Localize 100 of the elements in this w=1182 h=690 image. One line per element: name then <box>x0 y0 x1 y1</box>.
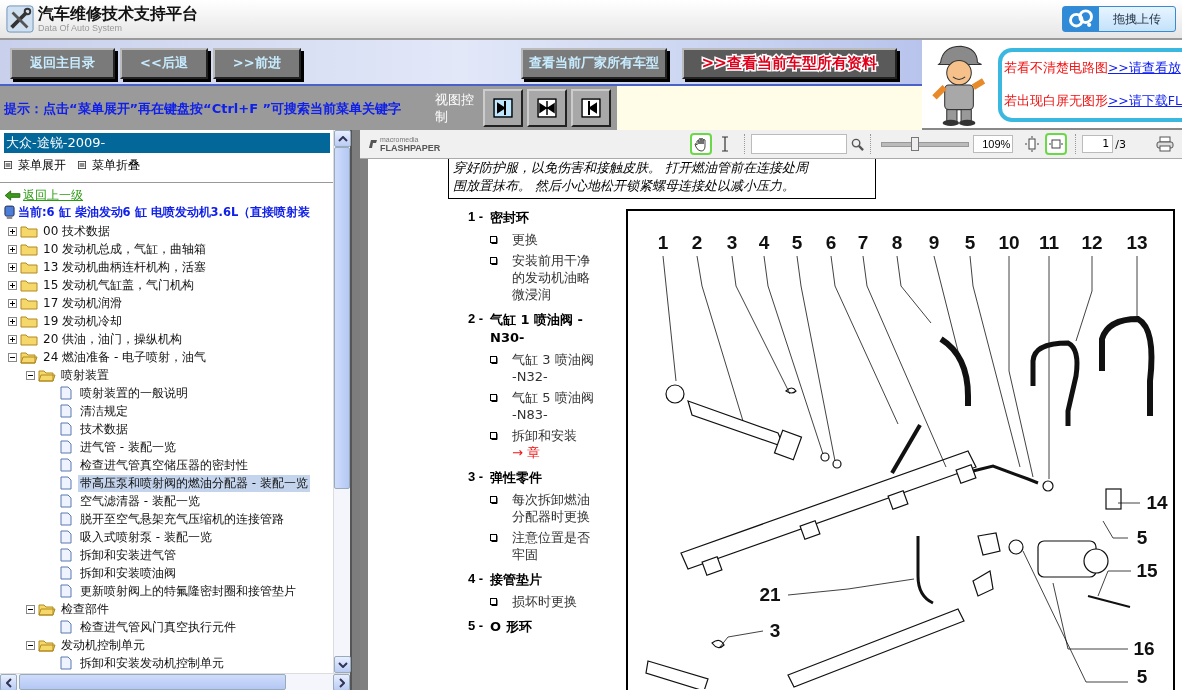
bullet-icon <box>490 496 498 504</box>
expand-toggle-icon[interactable] <box>26 640 35 650</box>
scroll-up-button[interactable] <box>334 130 351 147</box>
callout-number: 3 <box>726 232 738 253</box>
expand-toggle-icon[interactable] <box>8 352 17 362</box>
tree-item[interactable]: 20 供油，油门，操纵机构 <box>41 330 185 348</box>
tree-item[interactable]: 17 发动机润滑 <box>41 294 125 312</box>
part-number: 2 - <box>468 311 485 328</box>
list-icon <box>4 161 12 169</box>
tree-item[interactable]: 拆卸和安装喷油阀 <box>78 564 178 582</box>
tree-item[interactable]: 空气滤清器 - 装配一览 <box>78 492 202 510</box>
printer-icon[interactable] <box>1156 136 1175 152</box>
folder-icon <box>38 368 56 382</box>
folder-icon <box>38 638 56 652</box>
document-icon <box>60 404 72 418</box>
folder-icon <box>20 296 38 310</box>
hand-tool-button[interactable] <box>690 133 713 155</box>
expand-toggle-icon[interactable] <box>8 334 17 344</box>
document-icon <box>60 548 72 562</box>
document-icon <box>60 494 72 508</box>
part-note-text: 每次拆卸燃油分配器时更换 <box>512 492 590 524</box>
expand-toggle-icon[interactable] <box>8 262 17 272</box>
split-view-icon <box>537 98 557 118</box>
tree-item[interactable]: 吸入式喷射泵 - 装配一览 <box>78 528 214 546</box>
vertical-scrollbar[interactable] <box>333 130 350 673</box>
slider-thumb[interactable] <box>911 136 919 151</box>
tree-item[interactable]: 清洁规定 <box>78 402 130 420</box>
zoom-field[interactable]: 109% <box>973 135 1014 153</box>
app-subtitle: Data Of Auto System <box>38 23 124 33</box>
back-link[interactable]: 返回上一级 <box>23 186 83 204</box>
collapse-left-icon <box>581 98 601 118</box>
computer-icon <box>4 204 15 220</box>
folder-icon <box>20 278 38 292</box>
view-layout-button[interactable] <box>527 89 567 127</box>
part-name: 气缸 1 喷油阀 -N30- <box>490 311 585 347</box>
bullet-icon <box>490 598 498 606</box>
tree-item[interactable]: 24 燃油准备 - 电子喷射，油气 <box>41 348 209 366</box>
tree-item[interactable]: 进气管 - 装配一览 <box>78 438 178 456</box>
bullet-icon <box>490 236 498 244</box>
notice-link[interactable]: >>请查看放 <box>1107 60 1181 75</box>
scroll-left-button[interactable] <box>0 674 17 690</box>
upload-button[interactable]: 拖拽上传 <box>1062 6 1176 32</box>
expand-toggle-icon[interactable] <box>8 298 17 308</box>
scroll-right-button[interactable] <box>333 674 350 690</box>
tree-item[interactable]: 喷射装置的一般说明 <box>78 384 190 402</box>
menu-toggle-link[interactable]: 菜单折叠 <box>78 156 140 174</box>
tree-item[interactable]: 检查进气管真空储压器的密封性 <box>78 456 250 474</box>
chapter-link[interactable]: → 章 <box>512 444 594 461</box>
tree-item[interactable]: 拆卸和安装发动机控制单元 <box>78 654 226 672</box>
tree-item[interactable]: 脱开至空气悬架充气压缩机的连接管路 <box>78 510 286 528</box>
callout-number: 6 <box>825 232 837 253</box>
tree-item[interactable]: 拆卸和安装进气管 <box>78 546 178 564</box>
tree-item[interactable]: 更新喷射阀上的特氟隆密封圈和接管垫片 <box>78 582 298 600</box>
tree-item[interactable]: 发动机控制单元 <box>59 636 147 654</box>
part-number: 4 - <box>468 571 485 588</box>
tree-item[interactable]: 00 技术数据 <box>41 222 113 240</box>
part-note-text: 气缸 3 喷油阀 -N32- <box>512 352 594 384</box>
horizontal-scrollbar[interactable] <box>0 673 350 690</box>
view-layout-button[interactable] <box>571 89 611 127</box>
page-number-field[interactable]: 1 <box>1082 135 1114 153</box>
tree-item[interactable]: 15 发动机气缸盖，气门机构 <box>41 276 197 294</box>
tree-item[interactable]: 检查进气管风门真空执行元件 <box>78 618 238 636</box>
chevron-up-icon <box>337 135 348 142</box>
document-icon <box>60 620 72 634</box>
tree-item[interactable]: 技术数据 <box>78 420 130 438</box>
tree-item[interactable]: 喷射装置 <box>59 366 111 384</box>
current-path-text: 当前:6 缸 柴油发动6 缸 电喷发动机3.6L（直接喷射装 <box>18 204 311 220</box>
fit-width-button[interactable] <box>1045 133 1068 155</box>
view-layout-button[interactable] <box>483 89 523 127</box>
part-note-text: 气缸 5 喷油阀 -N83- <box>512 390 594 422</box>
scroll-down-button[interactable] <box>334 656 351 673</box>
document-icon <box>60 512 72 526</box>
folder-icon <box>20 224 38 238</box>
expand-toggle-icon[interactable] <box>26 604 35 614</box>
tree-item[interactable]: 带高压泵和喷射阀的燃油分配器 - 装配一览 <box>78 474 310 492</box>
scrollbar-thumb[interactable] <box>19 674 286 690</box>
text-cursor-icon <box>720 136 731 152</box>
document-icon <box>60 440 72 454</box>
folder-icon <box>20 260 38 274</box>
expand-toggle-icon[interactable] <box>8 244 17 254</box>
notice-link[interactable]: >>请下载FL <box>1107 93 1182 108</box>
expand-toggle-icon[interactable] <box>26 370 35 380</box>
menu-toggle-link[interactable]: 菜单展开 <box>4 156 66 174</box>
expand-toggle-icon[interactable] <box>8 316 17 326</box>
callout-number: 8 <box>891 232 903 253</box>
tree-item[interactable]: 10 发动机总成，气缸，曲轴箱 <box>41 240 209 258</box>
part-number: 5 - <box>468 618 485 635</box>
page-total-text: /3 <box>1115 137 1127 151</box>
chevron-left-icon <box>5 677 12 688</box>
folder-icon <box>20 332 38 346</box>
document-icon <box>60 476 72 490</box>
list-icon <box>78 161 86 169</box>
tree-item[interactable]: 检查部件 <box>59 600 111 618</box>
search-field[interactable] <box>751 134 848 154</box>
expand-toggle-icon[interactable] <box>8 280 17 290</box>
search-icon[interactable] <box>851 137 865 151</box>
tree-item[interactable]: 13 发动机曲柄连杆机构，活塞 <box>41 258 209 276</box>
expand-toggle-icon[interactable] <box>8 226 17 236</box>
tree-item[interactable]: 19 发动机冷却 <box>41 312 125 330</box>
scrollbar-thumb[interactable] <box>334 147 350 489</box>
